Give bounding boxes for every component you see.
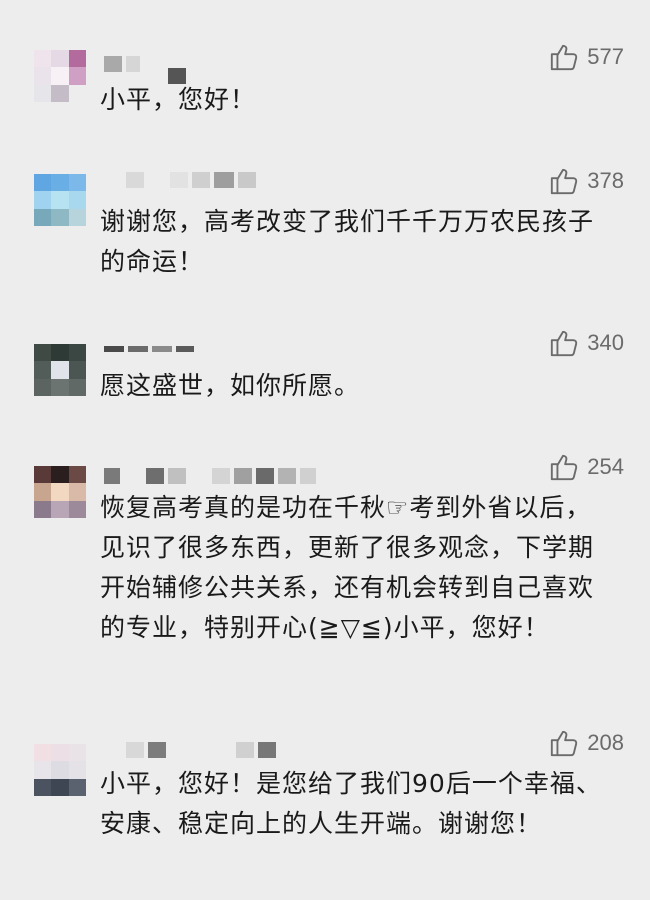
like-button[interactable]: 378	[549, 166, 624, 196]
comment-text: 小平，您好！	[100, 85, 257, 114]
like-button[interactable]: 340	[549, 328, 624, 358]
avatar[interactable]	[34, 174, 86, 226]
like-count: 340	[587, 330, 624, 355]
like-count: 378	[587, 168, 624, 193]
thumbs-up-icon	[551, 168, 578, 195]
thumbs-up-icon	[551, 330, 578, 357]
like-count: 208	[587, 730, 624, 755]
like-button[interactable]: 208	[549, 728, 624, 758]
like-count: 577	[587, 44, 624, 69]
comment-text: 恢复高考真的是功在千秋☞考到外省以后，见识了很多东西，更新了很多观念，下学期开始…	[100, 493, 595, 642]
avatar[interactable]	[34, 744, 86, 796]
nickname[interactable]	[104, 468, 316, 486]
avatar[interactable]	[34, 466, 86, 518]
comment-text: 小平，您好！是您给了我们90后一个幸福、安康、稳定向上的人生开端。谢谢您！	[100, 769, 602, 838]
nickname[interactable]	[104, 346, 194, 364]
like-button[interactable]: 577	[549, 42, 624, 72]
thumbs-up-icon	[551, 44, 578, 71]
avatar[interactable]	[34, 344, 86, 396]
like-button[interactable]: 254	[549, 452, 624, 482]
nickname[interactable]	[104, 742, 276, 760]
comment-text: 愿这盛世，如你所愿。	[100, 371, 361, 400]
nickname[interactable]	[104, 56, 186, 84]
like-count: 254	[587, 454, 624, 479]
nickname[interactable]	[104, 172, 256, 190]
comment-text: 谢谢您，高考改变了我们千千万万农民孩子的命运！	[100, 207, 595, 276]
avatar[interactable]	[34, 50, 86, 102]
thumbs-up-icon	[551, 730, 578, 757]
thumbs-up-icon	[551, 454, 578, 481]
